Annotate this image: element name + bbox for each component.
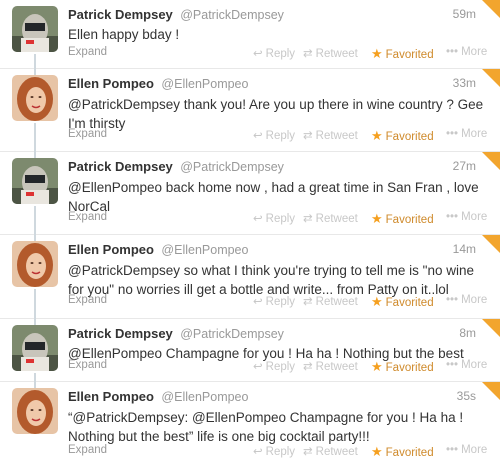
reply-arrow-icon: ↩	[253, 130, 263, 142]
more-dots-icon: •••	[446, 46, 459, 58]
more-button[interactable]: ••• More	[446, 128, 487, 140]
retweet-icon: ⇄	[303, 446, 313, 458]
retweet-button[interactable]: ⇄ Retweet	[303, 46, 358, 60]
author-handle[interactable]: @PatrickDempsey	[180, 327, 284, 341]
tweet-text: Ellen happy bday !	[68, 27, 180, 42]
tweet[interactable]: Ellen Pompeo @EllenPompeo 14m @PatrickDe…	[0, 235, 500, 319]
avatar-ellen[interactable]	[12, 241, 58, 287]
favorited-corner-icon	[482, 69, 500, 87]
retweet-button[interactable]: ⇄ Retweet	[303, 444, 358, 458]
retweet-icon: ⇄	[303, 213, 313, 225]
favorited-button[interactable]: ★ Favorited	[371, 211, 434, 227]
reply-button[interactable]: ↩ Reply	[253, 128, 295, 142]
favorited-button[interactable]: ★ Favorited	[371, 294, 434, 310]
reply-arrow-icon: ↩	[253, 213, 263, 225]
avatar-ellen[interactable]	[12, 388, 58, 434]
reply-arrow-icon: ↩	[253, 296, 263, 308]
retweet-button[interactable]: ⇄ Retweet	[303, 294, 358, 308]
expand-link[interactable]: Expand	[68, 359, 107, 371]
tweet-timestamp[interactable]: 14m	[453, 242, 476, 256]
reply-button[interactable]: ↩ Reply	[253, 359, 295, 373]
conversation-connector	[34, 289, 36, 319]
retweet-icon: ⇄	[303, 361, 313, 373]
conversation-connector	[34, 206, 36, 235]
star-icon: ★	[371, 211, 383, 226]
author-handle[interactable]: @PatrickDempsey	[180, 160, 284, 174]
tweet-timestamp[interactable]: 59m	[453, 7, 476, 21]
author-handle[interactable]: @EllenPompeo	[161, 77, 248, 91]
conversation-connector	[34, 123, 36, 152]
reply-button[interactable]: ↩ Reply	[253, 294, 295, 308]
tweet-text: “@PatrickDempsey: @EllenPompeo Champagne…	[68, 410, 464, 444]
author-name[interactable]: Patrick Dempsey	[68, 159, 173, 174]
tweet[interactable]: Ellen Pompeo @EllenPompeo 35s “@PatrickD…	[0, 382, 500, 463]
retweet-button[interactable]: ⇄ Retweet	[303, 128, 358, 142]
conversation-connector	[34, 54, 36, 69]
more-button[interactable]: ••• More	[446, 444, 487, 456]
author-name[interactable]: Ellen Pompeo	[68, 389, 154, 404]
reply-button[interactable]: ↩ Reply	[253, 444, 295, 458]
favorited-button[interactable]: ★ Favorited	[371, 128, 434, 144]
retweet-icon: ⇄	[303, 296, 313, 308]
tweet[interactable]: Ellen Pompeo @EllenPompeo 33m @PatrickDe…	[0, 69, 500, 152]
reply-button[interactable]: ↩ Reply	[253, 211, 295, 225]
expand-link[interactable]: Expand	[68, 294, 107, 306]
more-button[interactable]: ••• More	[446, 211, 487, 223]
more-button[interactable]: ••• More	[446, 359, 487, 371]
more-button[interactable]: ••• More	[446, 294, 487, 306]
favorited-corner-icon	[482, 319, 500, 337]
reply-arrow-icon: ↩	[253, 446, 263, 458]
favorited-corner-icon	[482, 0, 500, 18]
author-handle[interactable]: @EllenPompeo	[161, 243, 248, 257]
expand-link[interactable]: Expand	[68, 211, 107, 223]
avatar-ellen[interactable]	[12, 75, 58, 121]
star-icon: ★	[371, 46, 383, 61]
star-icon: ★	[371, 359, 383, 374]
tweet-timestamp[interactable]: 35s	[457, 389, 476, 403]
conversation-connector	[34, 373, 36, 382]
favorited-corner-icon	[482, 235, 500, 253]
more-dots-icon: •••	[446, 294, 459, 306]
more-button[interactable]: ••• More	[446, 46, 487, 58]
avatar-patrick[interactable]	[12, 325, 58, 371]
more-dots-icon: •••	[446, 444, 459, 456]
expand-link[interactable]: Expand	[68, 128, 107, 140]
retweet-icon: ⇄	[303, 130, 313, 142]
tweet-timestamp[interactable]: 33m	[453, 76, 476, 90]
expand-link[interactable]: Expand	[68, 46, 107, 58]
retweet-button[interactable]: ⇄ Retweet	[303, 359, 358, 373]
favorited-corner-icon	[482, 382, 500, 400]
star-icon: ★	[371, 294, 383, 309]
more-dots-icon: •••	[446, 211, 459, 223]
retweet-button[interactable]: ⇄ Retweet	[303, 211, 358, 225]
star-icon: ★	[371, 128, 383, 143]
favorited-button[interactable]: ★ Favorited	[371, 46, 434, 62]
reply-arrow-icon: ↩	[253, 361, 263, 373]
author-handle[interactable]: @PatrickDempsey	[180, 8, 284, 22]
author-name[interactable]: Patrick Dempsey	[68, 7, 173, 22]
author-handle[interactable]: @EllenPompeo	[161, 390, 248, 404]
tweet[interactable]: Patrick Dempsey @PatrickDempsey 8m @Elle…	[0, 319, 500, 382]
tweet-timestamp[interactable]: 8m	[459, 326, 476, 340]
tweet[interactable]: Patrick Dempsey @PatrickDempsey 59m Elle…	[0, 0, 500, 69]
favorited-corner-icon	[482, 152, 500, 170]
expand-link[interactable]: Expand	[68, 444, 107, 456]
reply-arrow-icon: ↩	[253, 48, 263, 60]
reply-button[interactable]: ↩ Reply	[253, 46, 295, 60]
more-dots-icon: •••	[446, 128, 459, 140]
favorited-button[interactable]: ★ Favorited	[371, 359, 434, 375]
tweet-timestamp[interactable]: 27m	[453, 159, 476, 173]
more-dots-icon: •••	[446, 359, 459, 371]
tweet[interactable]: Patrick Dempsey @PatrickDempsey 27m @Ell…	[0, 152, 500, 235]
author-name[interactable]: Ellen Pompeo	[68, 242, 154, 257]
tweet-timeline: Patrick Dempsey @PatrickDempsey 59m Elle…	[0, 0, 500, 463]
retweet-icon: ⇄	[303, 48, 313, 60]
avatar-patrick[interactable]	[12, 158, 58, 204]
author-name[interactable]: Patrick Dempsey	[68, 326, 173, 341]
star-icon: ★	[371, 444, 383, 459]
avatar-patrick[interactable]	[12, 6, 58, 52]
favorited-button[interactable]: ★ Favorited	[371, 444, 434, 460]
author-name[interactable]: Ellen Pompeo	[68, 76, 154, 91]
